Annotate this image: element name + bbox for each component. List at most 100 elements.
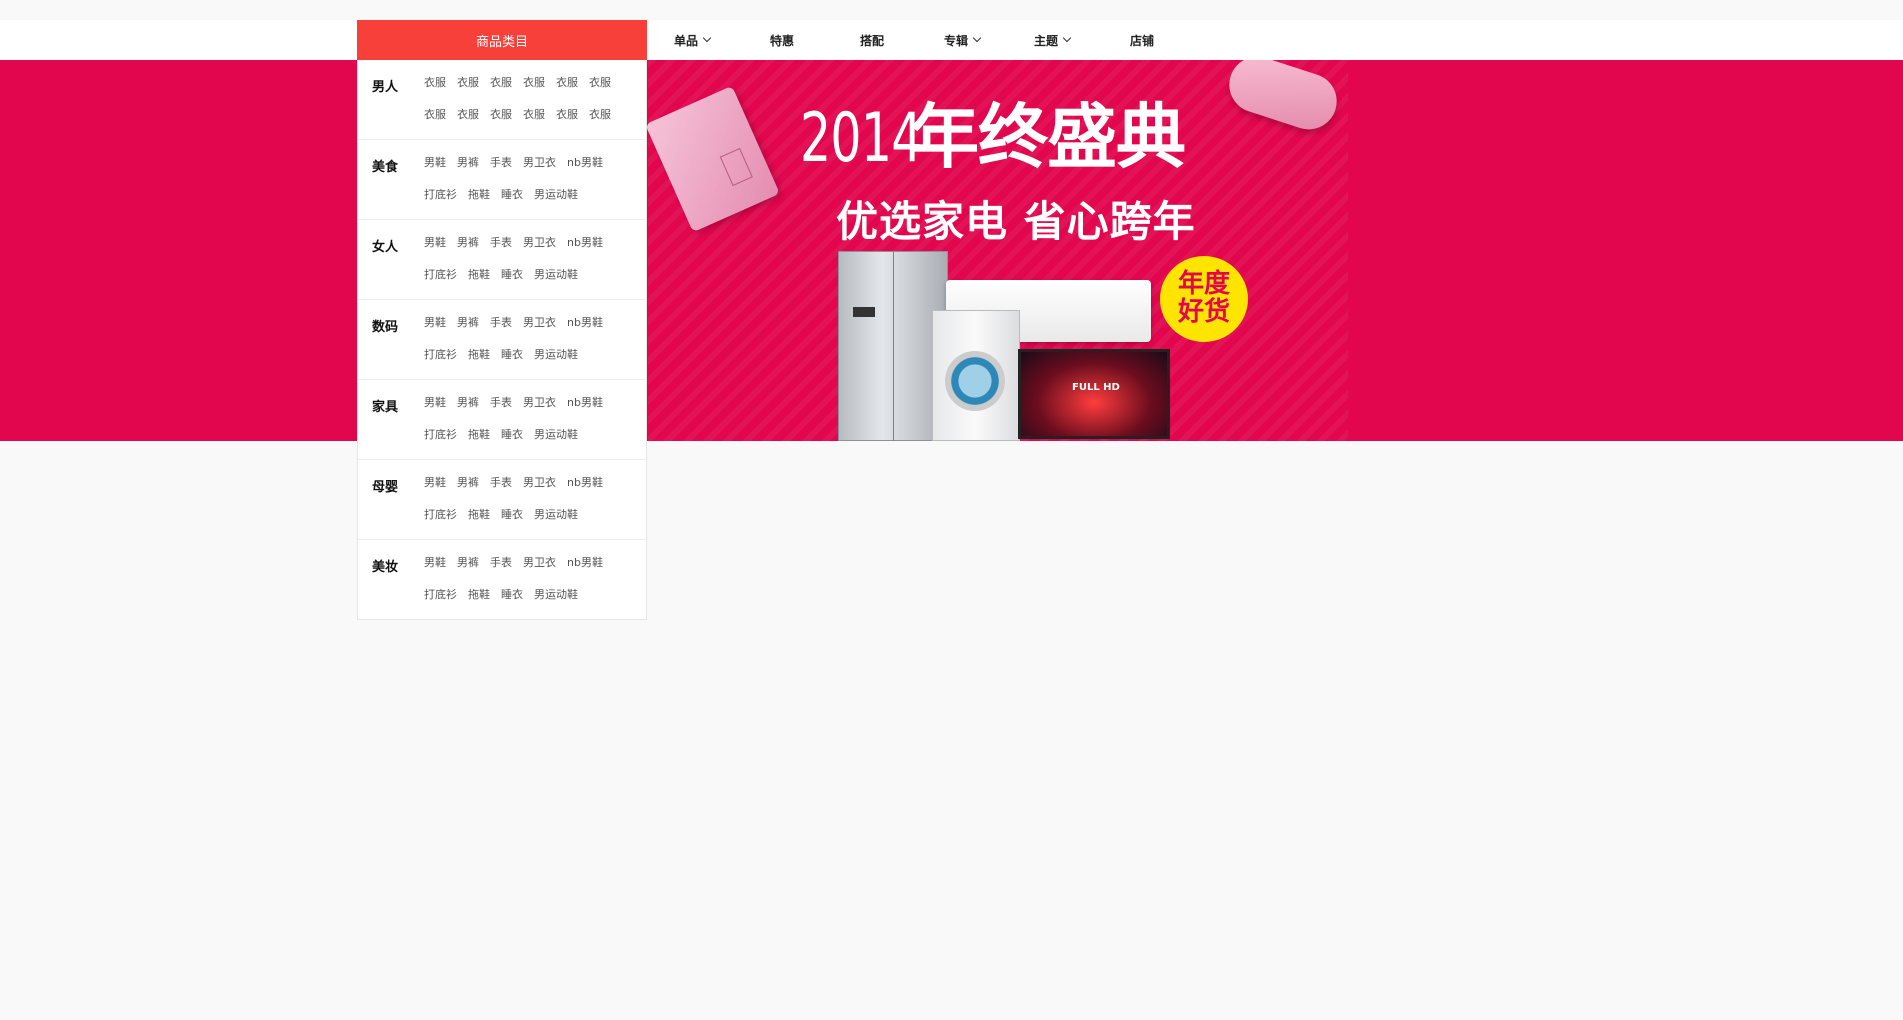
category-link[interactable]: 睡衣 bbox=[501, 346, 523, 378]
nav-item-label: 单品 bbox=[673, 33, 698, 48]
category-link[interactable]: 打底衫 bbox=[424, 266, 457, 298]
category-link[interactable]: 男卫衣 bbox=[523, 154, 556, 186]
chevron-down-icon bbox=[972, 33, 982, 43]
category-link[interactable]: 手表 bbox=[490, 314, 512, 346]
promo-banner[interactable]: 2014年终盛典 优选家电 省心跨年 FULL HD 年度 好货 bbox=[0, 60, 1903, 441]
nav-item-label: 主题 bbox=[1033, 33, 1058, 48]
category-link[interactable]: 男卫衣 bbox=[523, 474, 556, 506]
nav-item-label: 店铺 bbox=[1129, 33, 1154, 48]
category-menu-header[interactable]: 商品类目 bbox=[357, 20, 647, 60]
category-link[interactable]: 打底衫 bbox=[424, 506, 457, 538]
badge-line1: 年度 bbox=[1177, 269, 1230, 299]
category-link[interactable]: 男鞋 bbox=[424, 474, 446, 506]
category-group: 数码 男鞋 男裤 手表 男卫衣 nb男鞋打底衫 拖鞋 睡衣 男运动鞋 bbox=[358, 300, 646, 380]
category-link[interactable]: 男运动鞋 bbox=[534, 346, 578, 378]
category-link[interactable]: 拖鞋 bbox=[468, 506, 490, 538]
chevron-down-icon bbox=[1062, 33, 1072, 43]
banner-headline-text: 年终盛典 bbox=[909, 96, 1186, 178]
category-group: 男人 衣服 衣服 衣服 衣服 衣服 衣服 衣服 衣服 衣服 衣服 衣服 衣服 bbox=[358, 60, 646, 140]
category-link[interactable]: 打底衫 bbox=[424, 346, 457, 378]
category-link[interactable]: 睡衣 bbox=[501, 186, 523, 218]
category-link[interactable]: nb男鞋 bbox=[567, 154, 603, 186]
category-link[interactable]: nb男鞋 bbox=[567, 554, 603, 586]
washing-machine-image bbox=[932, 310, 1020, 441]
category-group: 美妆 男鞋 男裤 手表 男卫衣 nb男鞋打底衫 拖鞋 睡衣 男运动鞋 bbox=[358, 540, 646, 619]
category-link[interactable]: 衣服 bbox=[457, 74, 479, 106]
category-link[interactable]: 衣服 bbox=[490, 74, 512, 106]
category-link[interactable]: 拖鞋 bbox=[468, 346, 490, 378]
category-link[interactable]: 衣服 bbox=[523, 106, 545, 138]
category-link[interactable]: 男裤 bbox=[457, 554, 479, 586]
category-link[interactable]: 手表 bbox=[490, 154, 512, 186]
category-title[interactable]: 家具 bbox=[358, 394, 424, 459]
category-link[interactable]: 拖鞋 bbox=[468, 266, 490, 298]
category-link[interactable]: 打底衫 bbox=[424, 186, 457, 218]
category-link[interactable]: 男运动鞋 bbox=[534, 506, 578, 538]
category-link[interactable]: 衣服 bbox=[589, 106, 611, 138]
category-link[interactable]: 衣服 bbox=[523, 74, 545, 106]
category-title[interactable]: 母婴 bbox=[358, 474, 424, 539]
category-link[interactable]: nb男鞋 bbox=[567, 474, 603, 506]
category-panel: 男人 衣服 衣服 衣服 衣服 衣服 衣服 衣服 衣服 衣服 衣服 衣服 衣服 美食 男鞋 男裤 手表 男卫衣 nb男… bbox=[357, 60, 647, 620]
category-link[interactable]: 男运动鞋 bbox=[534, 186, 578, 218]
category-link[interactable]: 男卫衣 bbox=[523, 394, 556, 426]
category-link[interactable]: 男卫衣 bbox=[523, 234, 556, 266]
category-title[interactable]: 男人 bbox=[358, 74, 424, 139]
category-link[interactable]: 男鞋 bbox=[424, 314, 446, 346]
category-link[interactable]: 打底衫 bbox=[424, 586, 457, 618]
category-link[interactable]: 手表 bbox=[490, 554, 512, 586]
category-link[interactable]: 衣服 bbox=[490, 106, 512, 138]
category-link[interactable]: 睡衣 bbox=[501, 426, 523, 458]
banner-subline: 优选家电 省心跨年 bbox=[836, 197, 1196, 246]
category-links: 衣服 衣服 衣服 衣服 衣服 衣服 衣服 衣服 衣服 衣服 衣服 衣服 bbox=[424, 74, 634, 139]
category-link[interactable]: 男裤 bbox=[457, 154, 479, 186]
category-link[interactable]: nb男鞋 bbox=[567, 234, 603, 266]
nav-item-0[interactable]: 单品 bbox=[647, 32, 737, 49]
category-link[interactable]: 男裤 bbox=[457, 234, 479, 266]
category-link[interactable]: 男裤 bbox=[457, 394, 479, 426]
category-link[interactable]: 拖鞋 bbox=[468, 186, 490, 218]
category-link[interactable]: 男鞋 bbox=[424, 554, 446, 586]
category-title[interactable]: 美食 bbox=[358, 154, 424, 219]
category-link[interactable]: 衣服 bbox=[556, 106, 578, 138]
tv-screen-text: FULL HD bbox=[1072, 382, 1120, 393]
category-link[interactable]: nb男鞋 bbox=[567, 314, 603, 346]
category-link[interactable]: 男运动鞋 bbox=[534, 266, 578, 298]
banner-year: 2014 bbox=[800, 99, 922, 178]
category-link[interactable]: 衣服 bbox=[556, 74, 578, 106]
nav-item-2[interactable]: 搭配 bbox=[827, 32, 917, 49]
category-link[interactable]: 衣服 bbox=[457, 106, 479, 138]
category-link[interactable]: 手表 bbox=[490, 234, 512, 266]
category-link[interactable]: 手表 bbox=[490, 394, 512, 426]
category-link[interactable]: 男裤 bbox=[457, 474, 479, 506]
category-title[interactable]: 美妆 bbox=[358, 554, 424, 619]
category-link[interactable]: 手表 bbox=[490, 474, 512, 506]
nav-item-3[interactable]: 专辑 bbox=[917, 32, 1007, 49]
category-link[interactable]: 睡衣 bbox=[501, 266, 523, 298]
category-link[interactable]: nb男鞋 bbox=[567, 394, 603, 426]
category-link[interactable]: 拖鞋 bbox=[468, 426, 490, 458]
category-link[interactable]: 男运动鞋 bbox=[534, 586, 578, 618]
category-link[interactable]: 睡衣 bbox=[501, 586, 523, 618]
category-link[interactable]: 男鞋 bbox=[424, 154, 446, 186]
category-link[interactable]: 衣服 bbox=[424, 106, 446, 138]
category-link[interactable]: 衣服 bbox=[424, 74, 446, 106]
category-link[interactable]: 男裤 bbox=[457, 314, 479, 346]
category-link[interactable]: 男鞋 bbox=[424, 234, 446, 266]
category-link[interactable]: 打底衫 bbox=[424, 426, 457, 458]
category-links: 男鞋 男裤 手表 男卫衣 nb男鞋打底衫 拖鞋 睡衣 男运动鞋 bbox=[424, 314, 634, 379]
nav-item-4[interactable]: 主题 bbox=[1007, 32, 1097, 49]
category-link[interactable]: 拖鞋 bbox=[468, 586, 490, 618]
category-title[interactable]: 女人 bbox=[358, 234, 424, 299]
category-group: 母婴 男鞋 男裤 手表 男卫衣 nb男鞋打底衫 拖鞋 睡衣 男运动鞋 bbox=[358, 460, 646, 540]
category-links: 男鞋 男裤 手表 男卫衣 nb男鞋打底衫 拖鞋 睡衣 男运动鞋 bbox=[424, 154, 634, 219]
category-link[interactable]: 睡衣 bbox=[501, 506, 523, 538]
category-link[interactable]: 男鞋 bbox=[424, 394, 446, 426]
category-link[interactable]: 男卫衣 bbox=[523, 314, 556, 346]
category-link[interactable]: 男运动鞋 bbox=[534, 426, 578, 458]
category-title[interactable]: 数码 bbox=[358, 314, 424, 379]
nav-item-1[interactable]: 特惠 bbox=[737, 32, 827, 49]
nav-item-5[interactable]: 店铺 bbox=[1097, 32, 1187, 49]
category-link[interactable]: 男卫衣 bbox=[523, 554, 556, 586]
category-link[interactable]: 衣服 bbox=[589, 74, 611, 106]
